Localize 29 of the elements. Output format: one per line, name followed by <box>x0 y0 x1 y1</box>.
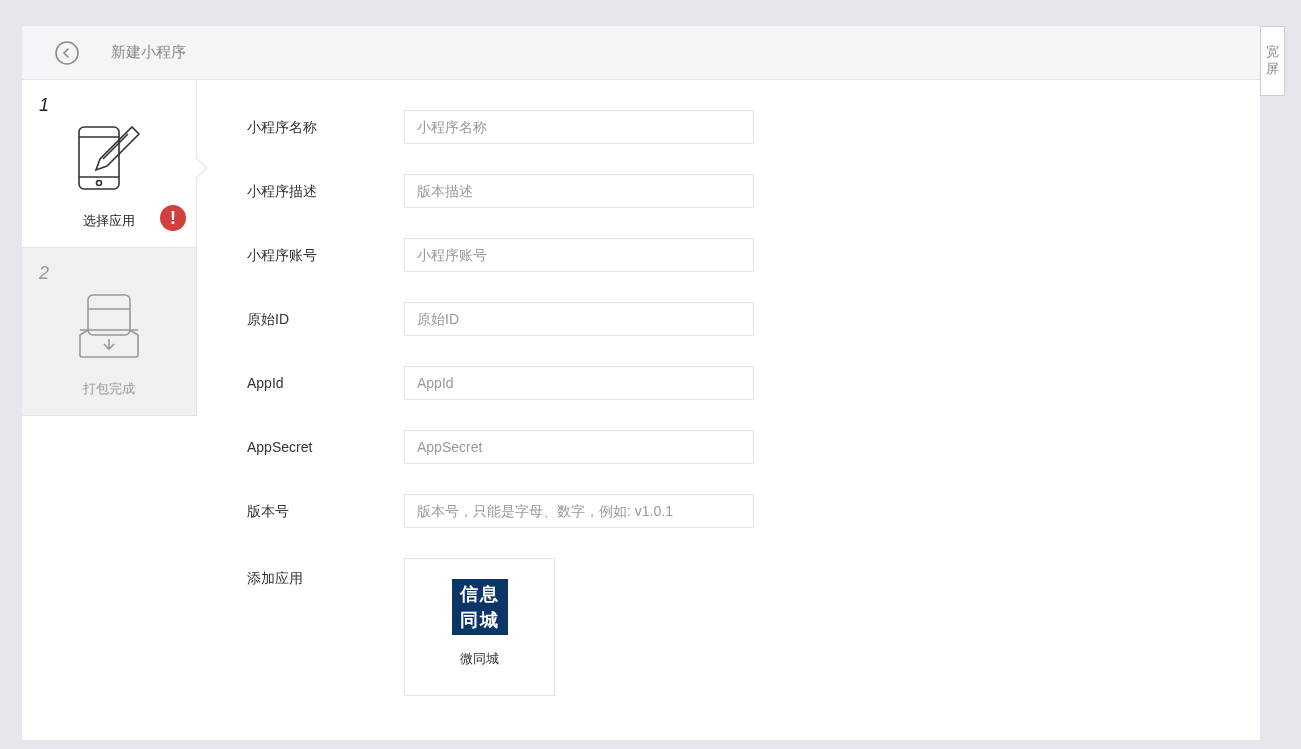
field-label: AppId <box>247 373 285 393</box>
field-label: AppSecret <box>247 437 314 457</box>
field-label: 小程序名称 <box>247 117 318 137</box>
input-field[interactable]: 原始ID <box>404 302 754 336</box>
field-label: 添加应用 <box>247 569 304 588</box>
input-field[interactable]: 小程序账号 <box>404 238 754 272</box>
step-number: 1 <box>39 94 49 117</box>
phone-pencil-icon <box>77 125 141 191</box>
field-label: 小程序账号 <box>247 245 318 265</box>
app-logo: 信息 同城 <box>451 579 508 635</box>
input-field[interactable]: 小程序名称 <box>404 110 754 144</box>
box-download-icon <box>78 293 140 359</box>
input-field[interactable]: 版本描述 <box>404 174 754 208</box>
app-card[interactable]: 信息 同城 微同城 <box>404 558 555 696</box>
app-name: 微同城 <box>460 650 499 668</box>
error-badge: ! <box>160 205 186 231</box>
step-number: 2 <box>39 262 49 285</box>
field-label: 原始ID <box>247 309 290 329</box>
input-field[interactable]: AppId <box>404 366 754 400</box>
input-field[interactable]: 版本号，只能是字母、数字，例如: v1.0.1 <box>404 494 754 528</box>
back-icon[interactable] <box>55 40 79 65</box>
wide-screen-button[interactable]: 宽屏 <box>1260 26 1285 96</box>
step-tab[interactable]: 1 选择应用 ! <box>22 80 197 248</box>
input-field[interactable]: AppSecret <box>404 430 754 464</box>
field-label: 小程序描述 <box>247 181 318 201</box>
step-label: 打包完成 <box>83 380 135 398</box>
page-title: 新建小程序 <box>111 42 186 63</box>
field-label: 版本号 <box>247 501 290 521</box>
step-label: 选择应用 <box>83 212 135 230</box>
